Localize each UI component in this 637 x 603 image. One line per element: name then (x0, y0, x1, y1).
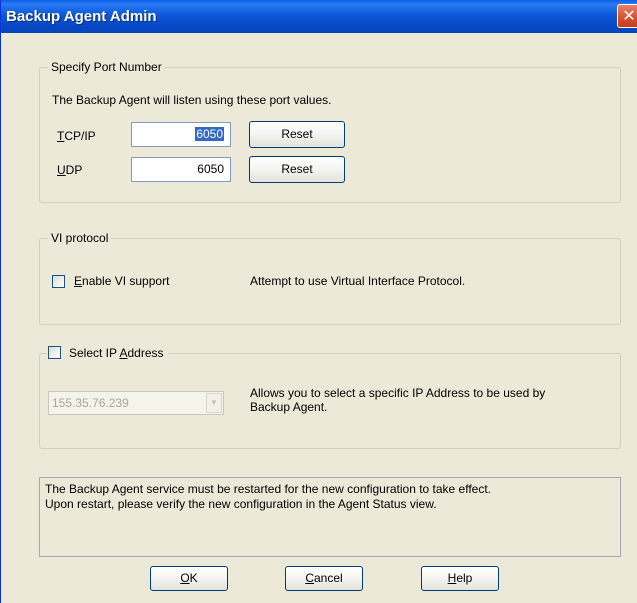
udp-reset-button[interactable]: Reset (249, 156, 345, 183)
tcp-reset-button[interactable]: Reset (249, 121, 345, 148)
ip-address-dropdown[interactable]: 155.35.76.239 ▼ (48, 391, 224, 415)
dialog-body: Specify Port Number The Backup Agent wil… (1, 33, 637, 603)
udp-port-value: 6050 (197, 162, 224, 176)
status-message-box: The Backup Agent service must be restart… (39, 477, 621, 557)
ip-description-line2: Backup Agent. (250, 400, 328, 414)
ip-address-group: Select IP Address 155.35.76.239 ▼ Allows… (39, 346, 621, 449)
dialog-window: Backup Agent Admin ✕ Specify Port Number… (0, 0, 637, 603)
help-button[interactable]: Help (421, 566, 499, 591)
ok-button[interactable]: OK (150, 566, 228, 591)
port-description: The Backup Agent will listen using these… (52, 93, 332, 107)
status-line-1: The Backup Agent service must be restart… (45, 482, 492, 496)
close-glyph: ✕ (622, 6, 636, 25)
close-icon[interactable]: ✕ (617, 4, 637, 28)
enable-vi-label[interactable]: Enable VI support (74, 274, 169, 288)
vi-description: Attempt to use Virtual Interface Protoco… (250, 274, 466, 288)
port-group-legend: Specify Port Number (48, 60, 165, 74)
vi-group-legend: VI protocol (48, 231, 112, 245)
udp-label: UDP (57, 163, 83, 177)
tcp-port-input[interactable]: 6050 (131, 122, 231, 147)
tcp-label: TCP/IP (57, 129, 96, 143)
status-line-2: Upon restart, please verify the new conf… (45, 497, 437, 511)
chevron-down-icon[interactable]: ▼ (206, 393, 222, 413)
select-ip-checkbox[interactable] (48, 346, 61, 359)
ip-group-legend: Select IP Address (46, 346, 168, 360)
ip-address-value: 155.35.76.239 (52, 396, 129, 410)
select-ip-label[interactable]: Select IP Address (69, 346, 164, 360)
port-group: Specify Port Number The Backup Agent wil… (39, 60, 621, 203)
vi-protocol-group: VI protocol Enable VI support Attempt to… (39, 231, 621, 325)
enable-vi-checkbox[interactable] (52, 275, 65, 288)
title-bar[interactable]: Backup Agent Admin ✕ (1, 0, 637, 33)
ip-description-line1: Allows you to select a specific IP Addre… (250, 386, 546, 400)
window-title: Backup Agent Admin (6, 8, 157, 25)
tcp-port-value: 6050 (195, 127, 224, 141)
cancel-button[interactable]: Cancel (285, 566, 363, 591)
udp-port-input[interactable]: 6050 (131, 157, 231, 182)
